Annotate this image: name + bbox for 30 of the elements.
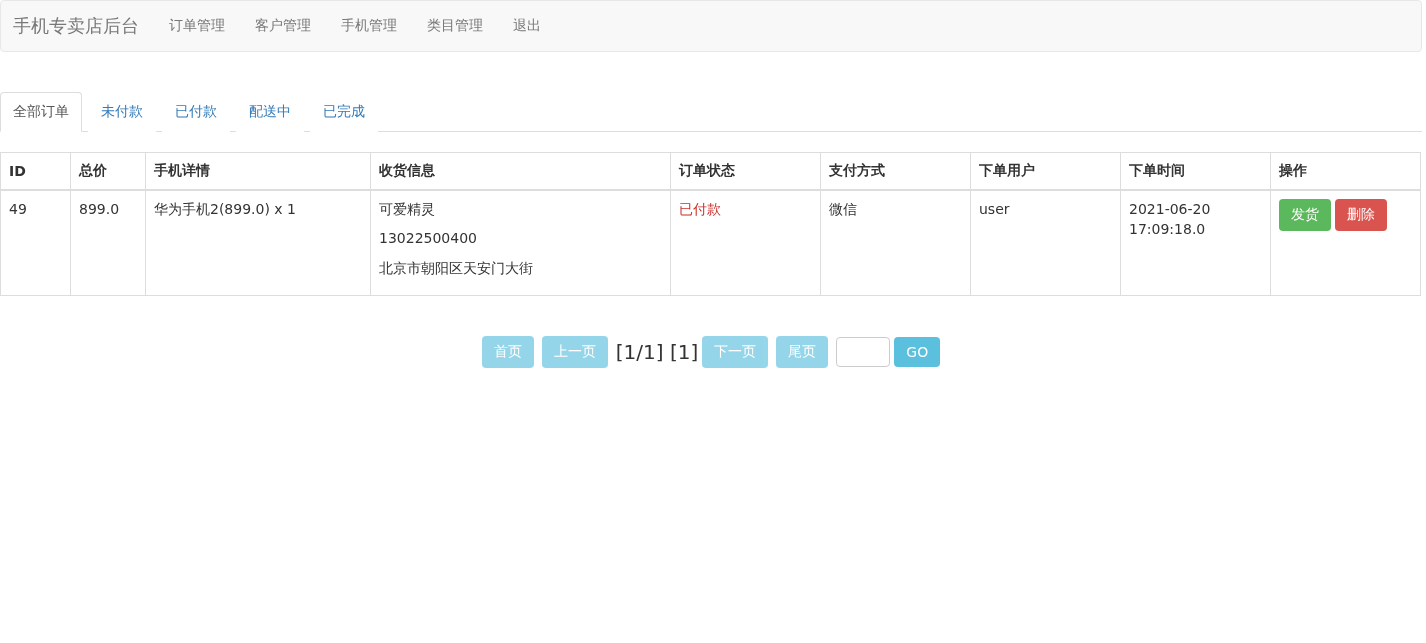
- brand-title[interactable]: 手机专卖店后台: [1, 14, 154, 38]
- order-status: 已付款: [679, 200, 722, 219]
- column-header: 下单时间: [1120, 152, 1271, 190]
- column-header: 订单状态: [670, 152, 821, 190]
- table-cell: 49: [0, 190, 71, 296]
- delete-button[interactable]: 删除: [1335, 199, 1387, 231]
- column-header: 下单用户: [970, 152, 1121, 190]
- table-cell: 2021-06-20 17:09:18.0: [1120, 190, 1271, 296]
- column-header: 总价: [70, 152, 146, 190]
- column-header: ID: [0, 152, 71, 190]
- column-header: 手机详情: [145, 152, 371, 190]
- page-info: [1/1] [1]: [615, 340, 699, 364]
- tab[interactable]: 全部订单: [0, 92, 82, 132]
- nav-link[interactable]: 手机管理: [326, 17, 412, 35]
- ship-button[interactable]: 发货: [1279, 199, 1331, 231]
- column-header: 支付方式: [820, 152, 971, 190]
- receiver-info: 可爱精灵: [379, 200, 436, 219]
- nav-link[interactable]: 客户管理: [240, 17, 326, 35]
- receiver-info: 13022500400: [379, 229, 478, 249]
- table-cell: 微信: [820, 190, 971, 296]
- table-cell: 华为手机2(899.0) x 1: [145, 190, 371, 296]
- receiver-info: 北京市朝阳区天安门大街: [379, 258, 534, 278]
- column-header: 操作: [1270, 152, 1421, 190]
- table-cell: user: [970, 190, 1121, 296]
- nav-link[interactable]: 订单管理: [154, 17, 240, 35]
- column-header: 收货信息: [370, 152, 671, 190]
- page-input[interactable]: [836, 337, 891, 367]
- nav-link[interactable]: 退出: [498, 17, 556, 35]
- table-cell: 899.0: [70, 190, 146, 296]
- nav-link[interactable]: 类目管理: [412, 17, 498, 35]
